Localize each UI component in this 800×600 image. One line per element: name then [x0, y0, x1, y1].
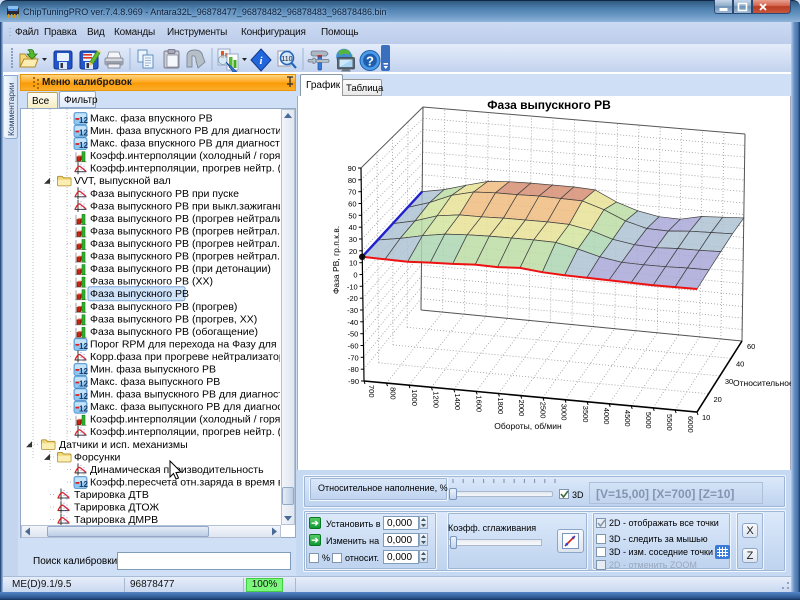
svg-text:Фаза выпускного РВ: Фаза выпускного РВ — [487, 98, 611, 112]
svg-text:-30: -30 — [347, 306, 358, 315]
svg-text:Фаза выпускного РВ: Фаза выпускного РВ — [90, 288, 189, 300]
svg-text:Датчики и исп. механизмы: Датчики и исп. механизмы — [59, 439, 188, 451]
svg-text:Макс. фаза впускного РВ для ди: Макс. фаза впускного РВ для диагностики — [90, 138, 280, 150]
svg-text:Фаза выпускного РВ (прогрев не: Фаза выпускного РВ (прогрев нейтрализато… — [90, 213, 280, 225]
svg-text:10: 10 — [349, 259, 357, 268]
svg-text:-20: -20 — [347, 294, 358, 303]
svg-text:Фаза выпускного РВ (прогрев, X: Фаза выпускного РВ (прогрев, XX) — [90, 313, 257, 325]
svg-text:-70: -70 — [348, 353, 359, 362]
svg-text:Фаза выпускного РВ при выкл.за: Фаза выпускного РВ при выкл.зажигания — [90, 200, 280, 212]
svg-text:-40: -40 — [347, 318, 358, 327]
svg-text:Фаза выпускного РВ (прогрев): Фаза выпускного РВ (прогрев) — [90, 301, 237, 313]
svg-text:Фаза выпускного РВ (прогрев не: Фаза выпускного РВ (прогрев нейтрал., XX… — [90, 238, 280, 250]
svg-text:Мин. фаза выпускного РВ для ди: Мин. фаза выпускного РВ для диагностики — [90, 389, 280, 401]
svg-text:1400: 1400 — [453, 393, 462, 410]
svg-text:2500: 2500 — [538, 402, 547, 419]
svg-text:Фаза выпускного РВ (при детона: Фаза выпускного РВ (при детонации) — [90, 263, 271, 275]
svg-text:80: 80 — [348, 176, 356, 185]
svg-text:-10: -10 — [347, 282, 358, 291]
svg-text:Мин. фаза выпускного РВ: Мин. фаза выпускного РВ — [90, 364, 216, 376]
svg-text:5500: 5500 — [665, 414, 674, 431]
svg-text:70: 70 — [348, 188, 356, 197]
svg-text:0: 0 — [353, 271, 357, 280]
svg-text:Фаза РВ, гр.п.к.в.: Фаза РВ, гр.п.к.в. — [331, 226, 341, 294]
svg-text:Тарировка ДТОЖ: Тарировка ДТОЖ — [74, 502, 159, 514]
svg-text:4500: 4500 — [623, 410, 632, 427]
svg-text:20: 20 — [714, 395, 722, 404]
svg-text:Коэфф.пересчета отн.заряда в в: Коэфф.пересчета отн.заряда в время впрыс… — [90, 477, 280, 489]
svg-text:5000: 5000 — [644, 412, 653, 429]
svg-text:Фаза выпускного РВ (XX): Фаза выпускного РВ (XX) — [90, 276, 213, 288]
svg-text:700: 700 — [367, 385, 376, 398]
svg-text:Обороты, об/мин: Обороты, об/мин — [494, 421, 562, 431]
svg-text:3500: 3500 — [581, 406, 590, 423]
svg-text:Макс. фаза выпускного РВ: Макс. фаза выпускного РВ — [90, 376, 220, 388]
svg-text:60: 60 — [348, 200, 356, 209]
svg-text:Фаза выпускного РВ при пуске: Фаза выпускного РВ при пуске — [90, 188, 239, 200]
svg-text:60: 60 — [747, 342, 755, 351]
svg-text:30: 30 — [349, 235, 357, 244]
svg-text:Фаза выпускного РВ (обогащение: Фаза выпускного РВ (обогащение) — [90, 326, 258, 338]
svg-text:110: 110 — [281, 56, 292, 63]
svg-text:10: 10 — [702, 413, 710, 422]
svg-text:Форсунки: Форсунки — [74, 451, 121, 463]
svg-text:1800: 1800 — [496, 398, 505, 415]
svg-text:1200: 1200 — [432, 391, 441, 408]
svg-text:1600: 1600 — [475, 395, 484, 412]
svg-text:6000: 6000 — [686, 416, 695, 433]
svg-text:Фаза выпускного РВ (прогрев не: Фаза выпускного РВ (прогрев нейтрал., хо… — [90, 225, 280, 237]
svg-text:Относительное н: Относительное н — [733, 378, 794, 388]
svg-text:Макс. фаза выпускного РВ для д: Макс. фаза выпускного РВ для диагностики — [90, 401, 280, 413]
svg-text:?: ? — [366, 54, 374, 69]
svg-text:30: 30 — [725, 377, 733, 386]
svg-text:Коэфф.интерполяции, прогрев не: Коэфф.интерполяции, прогрев нейтр. (холо… — [90, 163, 280, 175]
svg-text:1000: 1000 — [410, 389, 419, 406]
svg-text:Коэфф.интерполяции, прогрев не: Коэфф.интерполяции, прогрев нейтр. (холо… — [90, 426, 280, 438]
svg-text:Коэфф.интерполяции (холодный /: Коэфф.интерполяции (холодный / горячий ) — [90, 414, 280, 426]
svg-text:Порог RPM для перехода на Фазу: Порог RPM для перехода на Фазу для режим… — [90, 338, 280, 350]
svg-text:2000: 2000 — [517, 400, 526, 417]
svg-text:40: 40 — [736, 359, 744, 368]
svg-text:VVT, выпускной вал: VVT, выпускной вал — [74, 175, 171, 187]
svg-text:Тарировка ДТВ: Тарировка ДТВ — [74, 489, 149, 501]
svg-text:800: 800 — [389, 387, 398, 400]
svg-text:-60: -60 — [348, 342, 359, 351]
svg-text:20: 20 — [349, 247, 357, 256]
svg-text:-80: -80 — [348, 365, 359, 374]
svg-text:Мин. фаза впускного РВ для диа: Мин. фаза впускного РВ для диагностики — [90, 125, 280, 137]
svg-text:Макс. фаза впускного РВ: Макс. фаза впускного РВ — [90, 113, 213, 125]
svg-text:50: 50 — [348, 211, 356, 220]
svg-text:Фаза выпускного РВ (прогрев не: Фаза выпускного РВ (прогрев нейтрал., XX… — [90, 251, 280, 263]
svg-text:40: 40 — [348, 223, 356, 232]
svg-text:-50: -50 — [347, 330, 358, 339]
svg-text:Коэфф.интерполяции (холодный /: Коэфф.интерполяции (холодный / горячий ) — [90, 150, 280, 162]
svg-text:3000: 3000 — [560, 404, 569, 421]
svg-text:-90: -90 — [348, 377, 359, 386]
svg-text:90: 90 — [348, 164, 356, 173]
svg-text:4000: 4000 — [602, 408, 611, 425]
svg-text:Корр.фаза при прогреве нейтрал: Корр.фаза при прогреве нейтрализатора — [90, 351, 280, 363]
